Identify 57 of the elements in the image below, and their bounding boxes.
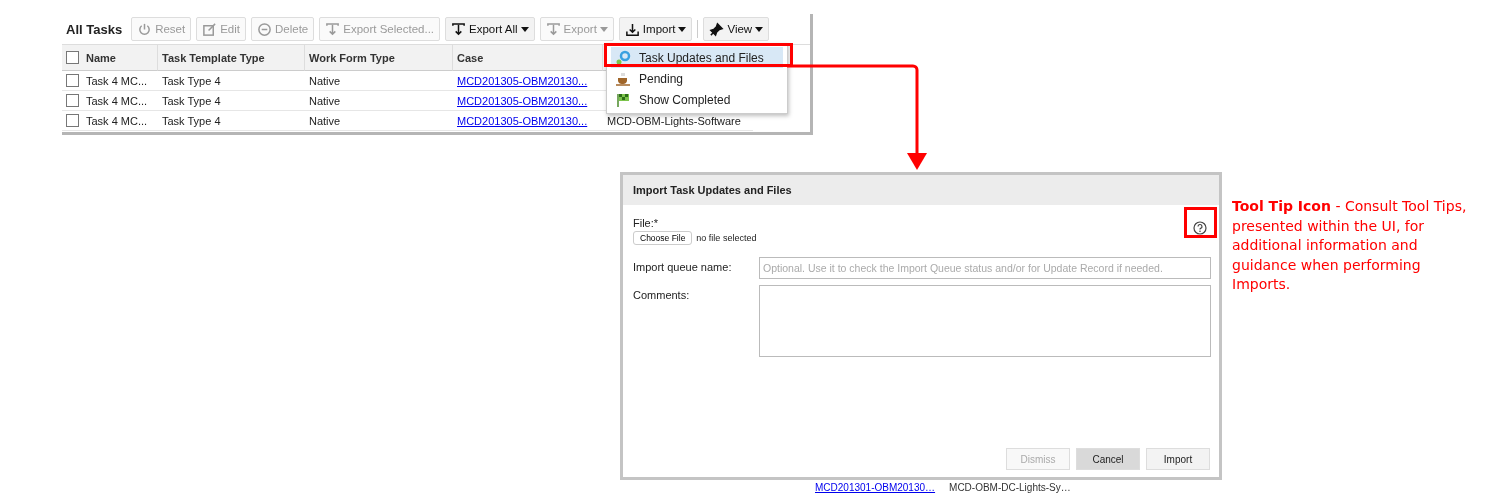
export-icon — [451, 21, 467, 37]
table-cell: Native — [305, 91, 453, 111]
pin-icon — [709, 21, 725, 37]
choose-file-button[interactable]: Choose File — [633, 231, 693, 245]
caret-icon — [755, 26, 764, 32]
menu-item[interactable]: Task Updates and Files — [611, 47, 783, 68]
import-icon — [624, 21, 640, 37]
checkbox[interactable] — [65, 114, 79, 127]
case-link[interactable]: MCD201305-OBM20130... — [453, 91, 603, 111]
checkered-flag-icon — [615, 91, 631, 108]
export-icon — [545, 21, 561, 37]
edit-icon — [202, 21, 218, 37]
menu-item[interactable]: Pending — [611, 68, 783, 89]
checkbox[interactable] — [65, 74, 79, 87]
column-header[interactable]: Work Form Type — [305, 45, 453, 71]
minus-circle-icon — [257, 21, 272, 37]
table-cell: Task 4 MC... — [82, 111, 158, 131]
power-icon — [137, 21, 153, 37]
case-link[interactable]: MCD201305-OBM20130... — [453, 111, 603, 131]
toolbar-button[interactable]: Export All — [445, 17, 535, 41]
column-header[interactable]: Name — [82, 45, 158, 71]
case-link[interactable]: MCD201301-OBM20130… — [815, 482, 936, 493]
field-label: Comments: — [633, 288, 691, 301]
table-cell: Task 4 MC... — [82, 91, 158, 111]
table-cell: Native — [305, 111, 453, 131]
help-icon[interactable] — [1193, 221, 1207, 235]
checkbox[interactable] — [65, 94, 79, 107]
table-cell: Task 4 MC... — [82, 71, 158, 91]
table-cell: MCD-OBM-DC-Lights-Sy… — [949, 482, 1071, 493]
column-header[interactable]: Case — [453, 45, 603, 71]
queue-name-field[interactable]: Optional. Use it to check the Import Queue status and/or for Update Record if needed. — [759, 257, 1211, 279]
caret-icon — [599, 26, 608, 32]
highlight-frame — [1184, 207, 1217, 238]
export-icon — [325, 21, 341, 37]
caret-icon — [520, 26, 529, 32]
table-cell: Native — [305, 71, 453, 91]
field-label: Import queue name: — [633, 260, 733, 273]
dialog-button[interactable]: Cancel — [1076, 448, 1140, 470]
table-cell: Task Type 4 — [158, 91, 305, 111]
list-title: All Tasks — [66, 21, 123, 37]
dialog-button[interactable]: Import — [1146, 448, 1210, 470]
toolbar-button[interactable]: View — [703, 17, 770, 41]
caret-icon — [678, 26, 687, 32]
table-cell: Task Type 4 — [158, 71, 305, 91]
file-status: no file selected — [696, 233, 757, 243]
toolbar-button[interactable]: Import — [618, 17, 693, 41]
case-link[interactable]: MCD201305-OBM20130... — [453, 71, 603, 91]
menu-item[interactable]: Show Completed — [611, 89, 783, 110]
checkbox[interactable] — [65, 51, 79, 64]
dialog-title: Import Task Updates and Files — [623, 175, 1219, 205]
column-header[interactable]: Task Template Type — [158, 45, 305, 71]
gears-icon — [615, 49, 631, 66]
field-label: File:* — [633, 217, 660, 229]
comments-field[interactable] — [759, 285, 1211, 357]
annotation-text: Tool Tip Icon - Consult Tool Tips, presented within the UI, for additional information and guidance when performing Imports. — [1232, 197, 1468, 294]
table-cell: Task Type 4 — [158, 111, 305, 131]
coffee-cup-icon — [615, 70, 631, 87]
